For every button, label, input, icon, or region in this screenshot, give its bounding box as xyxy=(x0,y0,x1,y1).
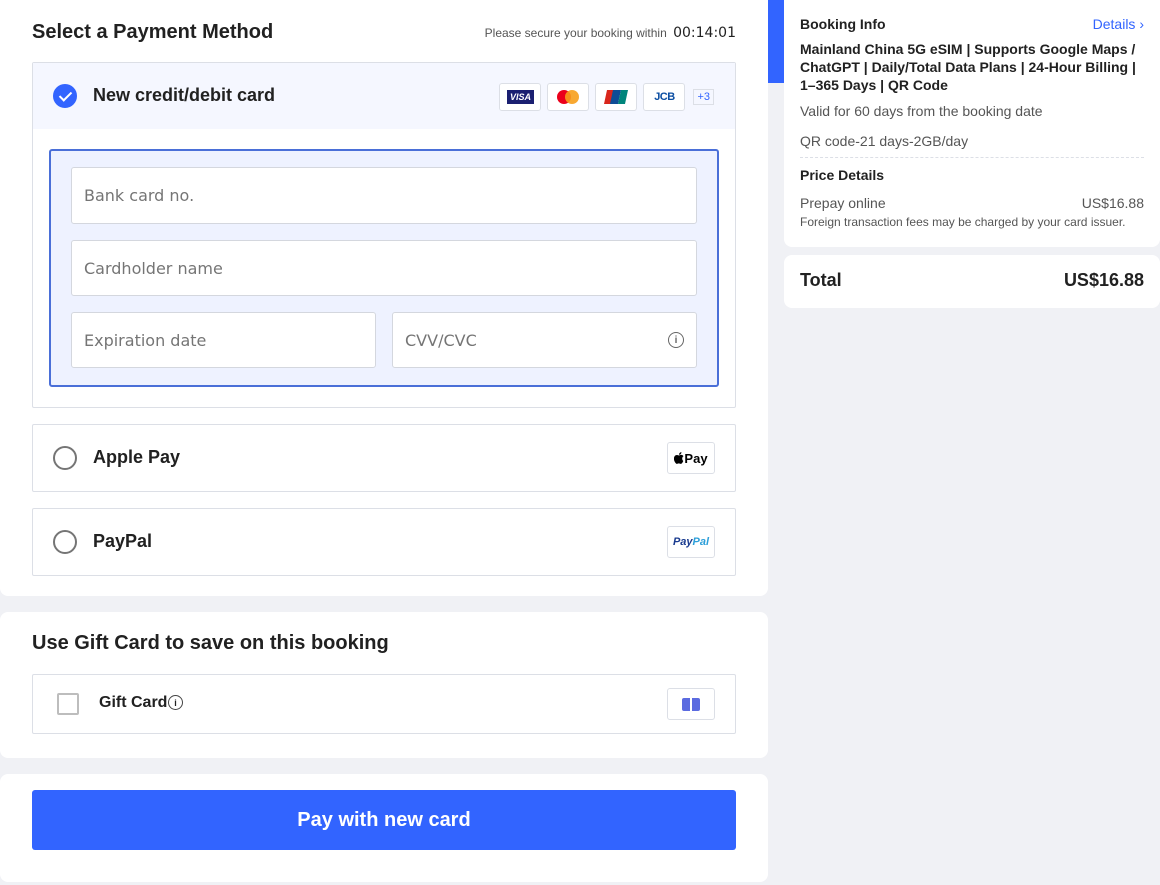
accent-strip xyxy=(768,0,784,83)
credit-card-header[interactable]: New credit/debit card VISA JCB +3 xyxy=(33,63,735,129)
gift-card-info-icon[interactable]: i xyxy=(168,695,183,710)
apple-pay-logo: Pay xyxy=(667,442,715,474)
apple-pay-label: Apple Pay xyxy=(93,447,181,467)
credit-card-label: New credit/debit card xyxy=(93,85,276,105)
card-number-field[interactable] xyxy=(71,167,697,224)
gift-card-label: Gift Card xyxy=(99,694,168,711)
gift-icon xyxy=(682,697,700,711)
card-logos: VISA JCB +3 xyxy=(499,83,714,111)
paypal-logo: PayPal xyxy=(667,526,715,558)
jcb-logo: JCB xyxy=(643,83,686,111)
product-title: Mainland China 5G eSIM | Supports Google… xyxy=(800,41,1136,93)
booking-info-panel: Booking Info Details › Mainland China 5G… xyxy=(784,0,1160,247)
divider xyxy=(800,157,1144,158)
total-panel: Total US$16.88 xyxy=(784,255,1160,308)
gift-card-option[interactable]: Gift Card i xyxy=(32,674,736,734)
validity-text: Valid for 60 days from the booking date xyxy=(800,103,1043,119)
gift-card-title: Use Gift Card to save on this booking xyxy=(32,632,389,654)
gift-card-checkbox[interactable] xyxy=(57,693,79,715)
credit-card-option[interactable]: New credit/debit card VISA JCB +3 Bank c… xyxy=(32,62,736,408)
paypal-radio[interactable] xyxy=(53,530,77,554)
booking-timer: Please secure your booking within 00:14:… xyxy=(485,25,736,41)
cvv-input[interactable] xyxy=(393,313,696,367)
pay-button-panel: Pay with new card xyxy=(0,774,768,882)
cardholder-name-input[interactable] xyxy=(72,241,696,295)
details-link-label: Details xyxy=(1092,16,1136,32)
paypal-option[interactable]: PayPal PayPal xyxy=(32,508,736,576)
card-form: i xyxy=(49,149,719,387)
chevron-right-icon: › xyxy=(1139,16,1144,32)
apple-pay-radio[interactable] xyxy=(53,446,77,470)
expiration-date-input[interactable] xyxy=(72,313,375,367)
credit-card-radio[interactable] xyxy=(53,84,77,108)
timer-text: Please secure your booking within xyxy=(484,26,667,40)
unionpay-logo xyxy=(595,83,638,111)
card-number-input[interactable] xyxy=(72,168,696,223)
visa-logo: VISA xyxy=(499,83,542,111)
gift-card-panel: Use Gift Card to save on this booking Gi… xyxy=(0,612,768,758)
booking-info-title: Booking Info xyxy=(800,16,886,32)
timer-value: 00:14:01 xyxy=(673,25,736,41)
prepay-label: Prepay online xyxy=(800,195,886,211)
mastercard-logo xyxy=(547,83,590,111)
fee-note: Foreign transaction fees may be charged … xyxy=(800,215,1126,229)
total-value: US$16.88 xyxy=(1063,270,1144,290)
details-link[interactable]: Details › xyxy=(1093,16,1144,32)
pay-button[interactable]: Pay with new card xyxy=(32,790,736,850)
more-cards-badge: +3 xyxy=(693,89,714,105)
expiration-date-field[interactable] xyxy=(71,312,376,368)
total-label: Total xyxy=(800,270,842,290)
apple-pay-option[interactable]: Apple Pay Pay xyxy=(32,424,736,492)
cvv-info-icon[interactable]: i xyxy=(668,332,684,348)
cvv-field[interactable]: i xyxy=(392,312,697,368)
gift-card-logo xyxy=(667,688,715,720)
cardholder-name-field[interactable] xyxy=(71,240,697,296)
price-details-title: Price Details xyxy=(800,167,885,183)
payment-method-title: Select a Payment Method xyxy=(32,21,274,43)
payment-method-panel: Select a Payment Method Please secure yo… xyxy=(0,0,768,596)
apple-icon xyxy=(674,452,684,464)
prepay-value: US$16.88 xyxy=(1081,195,1144,211)
paypal-label: PayPal xyxy=(93,531,153,551)
package-text: QR code-21 days-2GB/day xyxy=(800,133,969,149)
